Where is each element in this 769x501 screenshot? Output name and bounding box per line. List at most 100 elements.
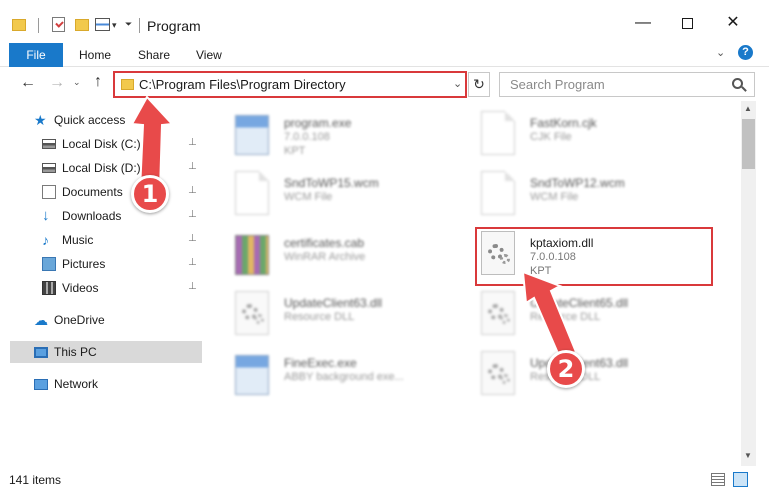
sidebar-item-label: Network <box>54 377 99 391</box>
tab-view[interactable]: View <box>196 43 222 67</box>
address-path[interactable]: C:\Program Files\Program Directory <box>139 77 346 92</box>
file-item[interactable]: FineExec.exe ABBY background exe... <box>232 349 472 407</box>
search-input[interactable]: Search Program <box>499 72 755 97</box>
winrar-icon <box>235 235 269 275</box>
properties-icon[interactable] <box>95 18 110 31</box>
file-name: SndToWP12.wcm <box>530 176 625 190</box>
pin-icon[interactable]: ⊥ <box>188 161 197 172</box>
sidebar-item-label: OneDrive <box>54 313 105 327</box>
pin-icon[interactable]: ⊥ <box>188 137 197 148</box>
properties-check-icon[interactable] <box>52 17 65 32</box>
scrollbar-thumb[interactable] <box>742 119 755 169</box>
file-item[interactable]: SndToWP15.wcm WCM File <box>232 169 472 227</box>
large-icons-view-icon[interactable] <box>733 472 748 487</box>
this-pc-icon <box>34 347 48 358</box>
onedrive-icon: ☁ <box>34 312 48 328</box>
videos-icon <box>42 281 56 295</box>
sidebar-item-local-disk-d[interactable]: Local Disk (D:) ⊥ <box>10 157 202 179</box>
file-detail: WCM File <box>284 191 333 203</box>
back-button[interactable]: ← <box>20 74 36 92</box>
refresh-button[interactable]: ↻ <box>468 72 490 97</box>
tab-home[interactable]: Home <box>79 43 111 67</box>
file-detail: WCM File <box>530 191 579 203</box>
sidebar-item-pictures[interactable]: Pictures ⊥ <box>10 253 202 275</box>
exe-icon <box>235 115 269 155</box>
search-placeholder: Search Program <box>510 77 605 92</box>
expand-ribbon-icon[interactable]: ⌄ <box>716 46 725 59</box>
address-bar[interactable]: C:\Program Files\Program Directory ⌄ <box>113 71 467 98</box>
dll-gear-icon <box>481 351 515 395</box>
folder-icon <box>121 79 134 90</box>
pin-icon[interactable]: ⊥ <box>188 281 197 292</box>
maximize-button[interactable] <box>664 8 710 38</box>
help-icon[interactable]: ? <box>738 45 753 60</box>
disk-icon <box>42 139 56 149</box>
sidebar-item-label: Music <box>62 233 94 247</box>
music-icon: ♪ <box>42 232 49 248</box>
file-item[interactable]: certificates.cab WinRAR Archive <box>232 229 472 287</box>
sidebar-item-label: Pictures <box>62 257 106 271</box>
chevron-down-icon[interactable]: ▾ <box>112 20 117 31</box>
file-name: UpdateClient65.dll <box>530 296 629 310</box>
file-detail: ABBY background exe... <box>284 371 404 383</box>
file-item[interactable]: SndToWP12.wcm WCM File <box>478 169 718 227</box>
document-icon <box>235 171 269 215</box>
file-item[interactable]: UpdateClient63.dll Resource DLL <box>232 289 472 347</box>
file-name: FastKorn.cjk <box>530 116 597 130</box>
file-name: certificates.cab <box>284 236 365 250</box>
recent-locations-icon[interactable]: ⌄ <box>73 77 81 88</box>
item-count: 141 items <box>9 473 62 487</box>
sidebar-item-label: This PC <box>54 345 97 359</box>
ribbon: File Home Share View ⌄ ? <box>0 40 769 67</box>
file-item[interactable]: program.exe 7.0.0.108 KPT <box>232 109 472 167</box>
scroll-down-icon[interactable]: ▼ <box>744 451 752 460</box>
scroll-up-icon[interactable]: ▲ <box>744 104 752 113</box>
pin-icon[interactable]: ⊥ <box>188 209 197 220</box>
dll-gear-icon <box>235 291 269 335</box>
step-1-badge: 1 <box>131 175 169 213</box>
status-bar: 141 items <box>0 466 769 501</box>
file-name: UpdateClient63.dll <box>284 296 383 310</box>
file-item[interactable]: UpdateClient63.dll Resource DLL <box>478 349 718 407</box>
new-folder-icon[interactable] <box>75 19 89 31</box>
pin-icon[interactable]: ⊥ <box>188 233 197 244</box>
sidebar-item-label: Documents <box>62 185 123 199</box>
close-button[interactable]: ✕ <box>710 8 756 38</box>
sidebar-item-onedrive[interactable]: ☁ OneDrive <box>10 309 202 331</box>
sidebar-item-quick-access[interactable]: ★ Quick access <box>10 109 202 131</box>
sidebar-item-label: Downloads <box>62 209 122 223</box>
file-item[interactable]: FastKorn.cjk CJK File <box>478 109 718 167</box>
sidebar-item-local-disk-c[interactable]: Local Disk (C:) ⊥ <box>10 133 202 155</box>
sidebar-item-documents[interactable]: Documents ⊥ <box>10 181 202 203</box>
sidebar-item-videos[interactable]: Videos ⊥ <box>10 277 202 299</box>
dll-gear-icon <box>481 291 515 335</box>
address-dropdown-icon[interactable]: ⌄ <box>453 77 462 90</box>
file-detail: CJK File <box>530 131 572 143</box>
minimize-button[interactable]: — <box>620 8 666 38</box>
downloads-icon: ↓ <box>42 207 50 224</box>
sidebar-item-downloads[interactable]: ↓ Downloads ⊥ <box>10 205 202 227</box>
pin-icon[interactable]: ⊥ <box>188 257 197 268</box>
file-name: SndToWP15.wcm <box>284 176 379 190</box>
disk-icon <box>42 163 56 173</box>
forward-button[interactable]: → <box>49 74 65 92</box>
documents-icon <box>42 185 56 199</box>
pin-icon[interactable]: ⊥ <box>188 185 197 196</box>
sidebar-item-network[interactable]: Network <box>10 373 202 395</box>
vertical-scrollbar[interactable]: ▲ ▼ <box>741 101 756 466</box>
file-item[interactable]: UpdateClient65.dll Resource DLL <box>478 289 718 347</box>
customize-toolbar-icon[interactable]: ⏷ <box>125 19 132 30</box>
tab-share[interactable]: Share <box>138 43 170 67</box>
sidebar-item-this-pc[interactable]: This PC <box>10 341 202 363</box>
tab-file[interactable]: File <box>9 43 63 67</box>
up-button[interactable]: ↑ <box>94 73 102 91</box>
sidebar-item-label: Quick access <box>54 113 126 127</box>
divider <box>139 18 140 33</box>
pictures-icon <box>42 257 56 271</box>
details-view-icon[interactable] <box>711 473 725 486</box>
exe-icon <box>235 355 269 395</box>
sidebar-item-music[interactable]: ♪ Music ⊥ <box>10 229 202 251</box>
file-detail: KPT <box>284 145 306 157</box>
title-bar: ▾ ⏷ Program — ✕ <box>0 0 769 40</box>
file-detail: 7.0.0.108 <box>284 131 330 143</box>
